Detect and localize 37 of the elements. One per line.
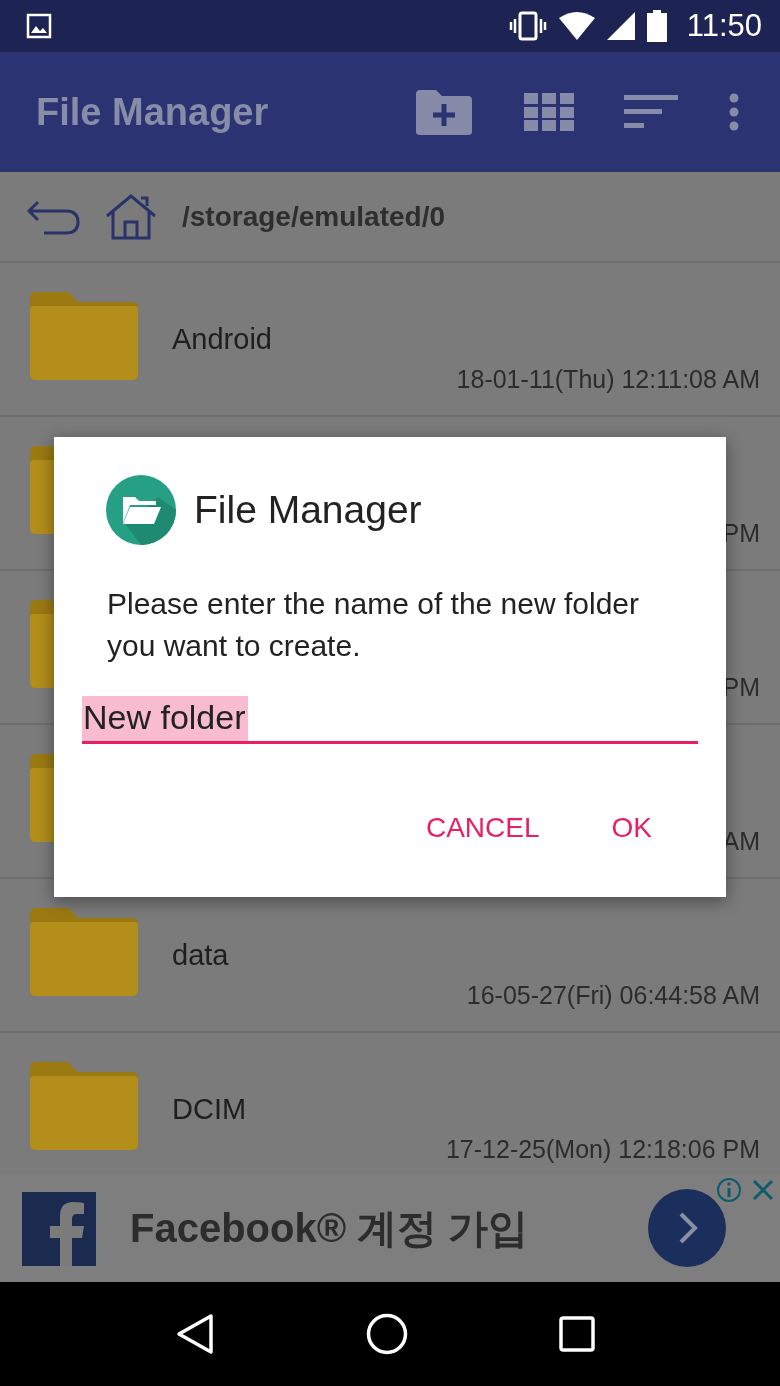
dialog-button[interactable]: CANCEL: [409, 808, 556, 848]
grid-icon[interactable]: [524, 93, 574, 131]
facebook-logo-icon: [22, 1191, 96, 1266]
ad-text: Facebook® 계정 가입: [130, 1205, 529, 1252]
folder-app-icon: [106, 475, 176, 545]
folder-name: Android: [172, 323, 272, 356]
recents-icon[interactable]: [558, 1316, 595, 1352]
folder-name-field[interactable]: New folder: [82, 689, 698, 744]
dialog-button[interactable]: OK: [595, 808, 668, 848]
battery-icon: [646, 10, 667, 42]
more-icon[interactable]: [728, 93, 740, 131]
new-folder-icon[interactable]: [414, 88, 474, 136]
folder-icon: [30, 908, 138, 996]
field-value: New folder: [82, 696, 248, 741]
path-text: /storage/emulated/0: [182, 200, 445, 233]
dialog-title: File Manager: [194, 488, 422, 532]
home-icon[interactable]: [104, 193, 158, 240]
dialog-message: Please enter the name of the new folder you want to create.: [107, 586, 640, 664]
modified-date: 16-05-27(Fri) 06:44:58 AM: [466, 981, 760, 1010]
chevron-button-icon[interactable]: [648, 1189, 726, 1267]
modified-date: 18-01-11(Thu) 12:11:08 AM: [456, 365, 760, 394]
sort-icon[interactable]: [624, 95, 678, 129]
wifi-icon: [558, 12, 595, 40]
folder-icon: [30, 1062, 138, 1150]
modified-date: 17-12-25(Mon) 12:18:06 PM: [445, 1135, 760, 1164]
signal-icon: [606, 12, 635, 40]
home-circle-icon[interactable]: [366, 1313, 408, 1355]
info-icon[interactable]: [716, 1177, 742, 1203]
folder-name: data: [172, 939, 229, 972]
image-icon: [26, 13, 52, 39]
folder-icon: [30, 292, 138, 380]
close-icon[interactable]: [752, 1179, 774, 1201]
folder-name: DCIM: [172, 1093, 247, 1126]
back-icon[interactable]: [175, 1313, 216, 1355]
vibrate-icon: [508, 11, 547, 41]
clock-time: 11:50: [686, 8, 762, 44]
app-title: File Manager: [36, 90, 269, 134]
